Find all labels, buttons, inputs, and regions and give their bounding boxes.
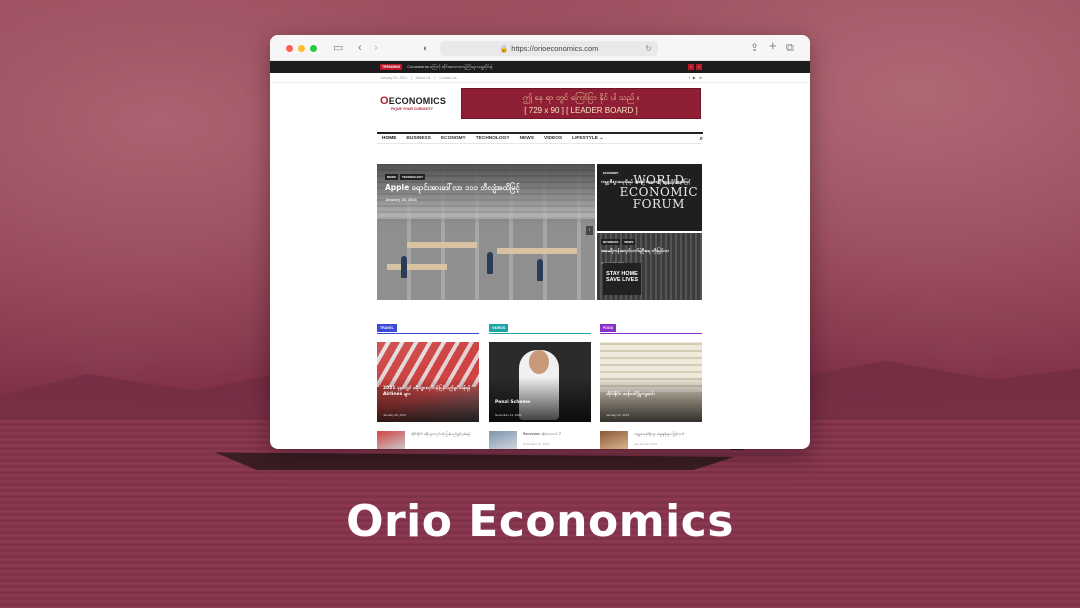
side-tag[interactable]: NEWS — [622, 239, 636, 245]
browser-toolbar: ▭ ‹ › ◖ 🔒 https://orioeconomics.com ↻ ⇪ … — [270, 35, 810, 61]
card-image-face — [529, 350, 549, 374]
section-travel: TRAVEL — [377, 316, 479, 334]
mini-thumb — [600, 431, 628, 449]
logo-tagline: PIQUE YOUR CURIOSITY — [391, 107, 433, 111]
linkedin-icon[interactable]: in — [699, 75, 702, 80]
stay-home-poster: STAY HOME SAVE LIVES — [603, 263, 641, 295]
nav-videos[interactable]: VIDEOS — [539, 136, 567, 141]
shield-icon[interactable]: ◖ — [422, 42, 427, 54]
nav-business[interactable]: BUSINESS — [401, 136, 436, 141]
mini-post[interactable]: ထိုင်းနိုင်ငံ ခရီးသွားလုပ်ငန်း ပြန်လည်ဖွ… — [377, 431, 479, 449]
food-card[interactable]: ထိုင်းနိုင်ငံ ဆန်တင်ပို့မှုကျဆင်း Januar… — [600, 342, 702, 422]
side-tag[interactable]: ECONOMY — [601, 170, 621, 176]
about-link[interactable]: About Us — [416, 76, 430, 80]
mini-thumb — [377, 431, 405, 449]
videos-card[interactable]: Ponzi Scheme November 14, 2020 — [489, 342, 591, 422]
mini-post[interactable]: Recession ဆိုတာဘာလဲ ? November 16, 2020 — [489, 431, 591, 449]
card-date: January 26, 2021 — [383, 413, 407, 417]
section-line — [600, 333, 702, 334]
section-videos: VIDEOS — [489, 316, 591, 334]
logo-name: ECONOMICS — [388, 96, 447, 106]
url-text: https://orioeconomics.com — [511, 44, 599, 53]
lock-icon: 🔒 — [499, 45, 509, 53]
mini-title[interactable]: Recession ဆိုတာဘာလဲ ? — [523, 432, 589, 437]
section-label-food[interactable]: FOOD — [600, 324, 617, 332]
minimize-window-button[interactable] — [298, 45, 305, 52]
nav-economy[interactable]: ECONOMY — [436, 136, 471, 141]
card-title[interactable]: 2021 ခုနှစ်တွင် ခရီးသွားလုပ်ငန်းပြန်လည်ရ… — [383, 386, 475, 397]
forward-icon[interactable]: › — [374, 42, 378, 54]
search-icon[interactable]: ⌕ — [700, 136, 703, 143]
section-label-travel[interactable]: TRAVEL — [377, 324, 397, 332]
trending-ticker: TRENDING Coronavirus ကြောင့် ထိုင်းအားကစ… — [270, 61, 810, 73]
address-bar[interactable]: 🔒 https://orioeconomics.com ↻ — [440, 41, 658, 56]
wef-logo: WORLD ECONOMIC FORUM — [619, 173, 698, 211]
ticker-prev-button[interactable]: ‹ — [688, 64, 694, 70]
facebook-icon[interactable]: f — [689, 75, 690, 80]
mini-date: November 16, 2020 — [523, 442, 550, 446]
browser-window: ▭ ‹ › ◖ 🔒 https://orioeconomics.com ↻ ⇪ … — [270, 35, 810, 449]
divider: | — [434, 75, 436, 80]
section-food: FOOD — [600, 316, 702, 334]
section-line — [489, 333, 591, 334]
back-icon[interactable]: ‹ — [358, 42, 362, 54]
mini-post[interactable]: ကမ္ဘာ့စားနပ်ရိက္ခာ စျေးနှုန်းများ မြင့်တ… — [600, 431, 702, 449]
contact-link[interactable]: Contact Us — [439, 76, 456, 80]
side-title-2[interactable]: အမေရိကန်အလုပ်လက်မဲ့ဦးရေ တိုးမြင့်လာ — [601, 249, 691, 255]
reload-icon[interactable]: ↻ — [645, 44, 652, 53]
section-label-videos[interactable]: VIDEOS — [489, 324, 509, 332]
card-title[interactable]: Ponzi Scheme — [495, 400, 587, 406]
side-post-1[interactable]: ECONOMY ကမ္ဘာ့စီးပွားရေးဖိုရမ် အစည်းအဝေး… — [597, 164, 702, 231]
hero-post[interactable]: NEWS TECHNOLOGY Apple ရောင်းအားဒေါ်လာ ၁၁… — [377, 164, 595, 300]
zoom-window-button[interactable] — [310, 45, 317, 52]
hero-title[interactable]: Apple ရောင်းအားဒေါ်လာ ၁၁၁ ဘီလျံအထိမြင့် — [385, 183, 520, 194]
hero-date: January 28, 2021 — [385, 197, 418, 202]
leaderboard-ad[interactable]: ဤ နေ ရာ တွင် ကြော်ငြာ နိုင် ပါ သည် ။ [ 7… — [461, 88, 701, 119]
logo-o-icon: O — [380, 95, 389, 107]
mini-title[interactable]: ထိုင်းနိုင်ငံ ခရီးသွားလုပ်ငန်း ပြန်လည်ဖွ… — [411, 432, 477, 437]
top-date: January 26, 2021 — [380, 75, 408, 80]
nav-lifestyle[interactable]: LIFESTYLE ⌄ — [567, 136, 608, 141]
hero-tag[interactable]: NEWS — [385, 174, 398, 180]
close-window-button[interactable] — [286, 45, 293, 52]
hero-tag[interactable]: TECHNOLOGY — [400, 174, 426, 180]
new-tab-icon[interactable]: + — [769, 39, 777, 52]
card-title[interactable]: ထိုင်းနိုင်ငံ ဆန်တင်ပို့မှုကျဆင်း — [606, 392, 698, 398]
main-nav: HOME BUSINESS ECONOMY TECHNOLOGY NEWS VI… — [377, 132, 703, 144]
nav-home[interactable]: HOME — [377, 136, 401, 141]
tabs-overview-icon[interactable]: ⧉ — [786, 42, 794, 54]
page-caption: Orio Economics — [346, 496, 734, 547]
card-date: November 14, 2020 — [495, 413, 522, 417]
section-line — [377, 333, 479, 334]
trending-headline[interactable]: Coronavirus ကြောင့် ထိုင်းအားကစားပွဲကြီး… — [407, 64, 492, 70]
nav-technology[interactable]: TECHNOLOGY — [471, 136, 515, 141]
site-header: OECONOMICS PIQUE YOUR CURIOSITY ဤ နေ ရာ … — [270, 83, 810, 125]
mini-thumb — [489, 431, 517, 449]
card-date: January 22, 2021 — [606, 413, 630, 417]
top-bar: January 26, 2021 | About Us | Contact Us… — [270, 73, 810, 83]
ad-line-1: ဤ နေ ရာ တွင် ကြော်ငြာ နိုင် ပါ သည် ။ — [522, 93, 640, 102]
mini-title[interactable]: ကမ္ဘာ့စားနပ်ရိက္ခာ စျေးနှုန်းများ မြင့်တ… — [634, 432, 700, 437]
mini-date: January 20, 2021 — [634, 442, 658, 446]
youtube-icon[interactable]: ▶ — [693, 75, 696, 80]
ad-line-2: [ 729 x 90 ] [ LEADER BOARD ] — [524, 106, 638, 115]
sidebar-icon[interactable]: ▭ — [333, 42, 343, 54]
travel-card[interactable]: 2021 ခုနှစ်တွင် ခရီးသွားလုပ်ငန်းပြန်လည်ရ… — [377, 342, 479, 422]
hero-next-arrow[interactable]: › — [586, 226, 593, 235]
nav-news[interactable]: NEWS — [515, 136, 539, 141]
trending-tag: TRENDING — [380, 64, 403, 70]
share-icon[interactable]: ⇪ — [750, 42, 759, 54]
side-post-2[interactable]: BUSINESS NEWS အမေရိကန်အလုပ်လက်မဲ့ဦးရေ တိ… — [597, 233, 702, 300]
ticker-next-button[interactable]: › — [696, 64, 702, 70]
divider: | — [411, 75, 412, 80]
side-tag[interactable]: BUSINESS — [601, 239, 621, 245]
site-logo[interactable]: OECONOMICS PIQUE YOUR CURIOSITY — [380, 95, 446, 111]
